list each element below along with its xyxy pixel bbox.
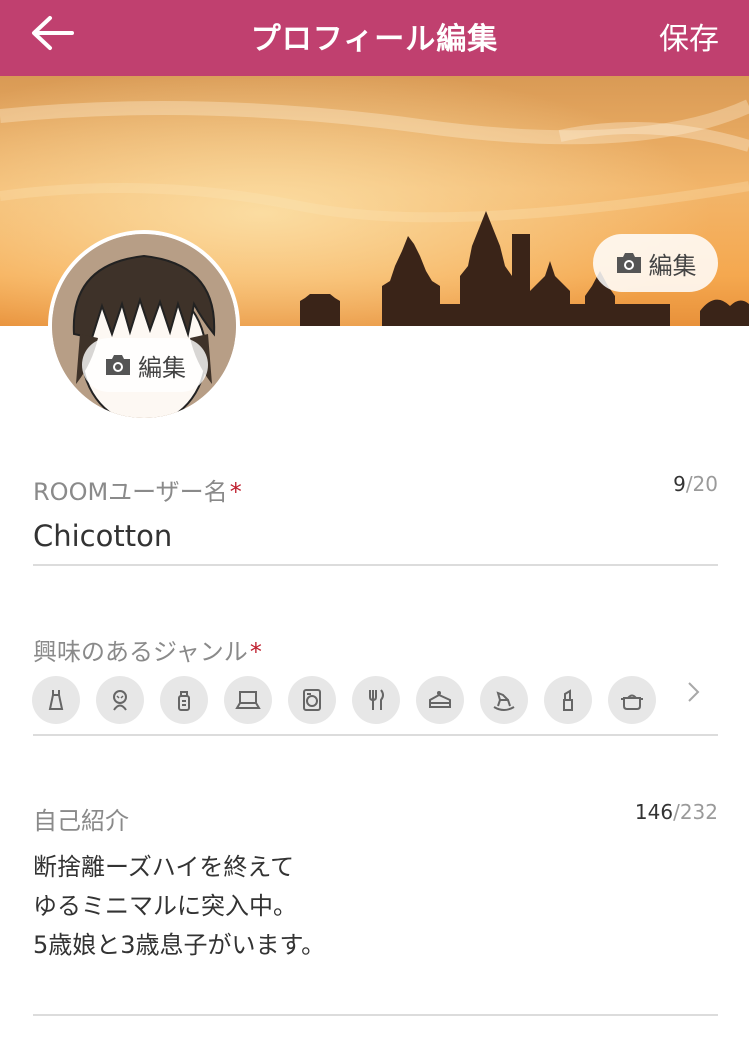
username-input[interactable]: Chicotton xyxy=(33,519,172,553)
cake-icon xyxy=(429,691,451,708)
username-label: ROOMユーザー名* xyxy=(33,472,242,507)
lipstick-icon xyxy=(563,689,573,711)
avatar-edit-label: 編集 xyxy=(138,353,186,382)
intro-label: 自己紹介 xyxy=(33,807,129,835)
baby-bottle-icon xyxy=(178,691,190,711)
username-counter: 9/20 xyxy=(673,472,718,496)
intro-count-max: /232 xyxy=(673,800,718,824)
intro-line: ゆるミニマルに突入中。 xyxy=(33,892,297,920)
back-button[interactable] xyxy=(28,12,78,56)
genre-list xyxy=(32,676,656,724)
pot-icon xyxy=(621,694,643,710)
rocking-horse-icon xyxy=(493,691,515,711)
username-count-max: /20 xyxy=(685,472,718,496)
intro-count-current: 146 xyxy=(634,800,674,824)
washing-machine-icon xyxy=(303,689,321,711)
genre-appliance[interactable] xyxy=(288,676,336,724)
genre-more-button[interactable] xyxy=(684,678,704,708)
genre-food[interactable] xyxy=(352,676,400,724)
laptop-icon xyxy=(235,691,261,709)
genre-baby[interactable] xyxy=(96,676,144,724)
cover-edit-button[interactable]: 編集 xyxy=(593,234,718,292)
genre-toys[interactable] xyxy=(480,676,528,724)
page-title: プロフィール編集 xyxy=(250,22,499,57)
baby-icon xyxy=(113,690,127,711)
divider xyxy=(33,734,718,736)
genre-label: 興味のあるジャンル* xyxy=(33,632,262,667)
genre-kitchen[interactable] xyxy=(608,676,656,724)
genre-fashion[interactable] xyxy=(32,676,80,724)
genre-pc[interactable] xyxy=(224,676,272,724)
genre-label-text: 興味のあるジャンル xyxy=(33,638,248,666)
required-mark: * xyxy=(229,478,242,506)
app-header: プロフィール編集 保存 xyxy=(0,0,749,76)
cover-edit-label: 編集 xyxy=(648,251,697,280)
intro-textarea[interactable]: 断捨離ーズハイを終えて ゆるミニマルに突入中。 5歳娘と3歳息子がいます。 xyxy=(33,848,325,965)
divider xyxy=(33,1014,718,1016)
genre-cosmetics[interactable] xyxy=(544,676,592,724)
save-button[interactable]: 保存 xyxy=(659,14,719,58)
intro-line: 5歳娘と3歳息子がいます。 xyxy=(33,931,326,959)
dress-icon xyxy=(48,690,64,710)
camera-icon xyxy=(616,253,641,273)
required-mark: * xyxy=(249,638,262,666)
camera-icon xyxy=(106,355,130,375)
avatar-edit-button[interactable]: 編集 xyxy=(82,338,208,392)
intro-counter: 146/232 xyxy=(635,800,718,824)
username-label-text: ROOMユーザー名 xyxy=(33,478,228,506)
avatar[interactable] xyxy=(48,230,240,422)
intro-line: 断捨離ーズハイを終えて xyxy=(33,853,295,881)
username-count-current: 9 xyxy=(673,472,686,496)
fork-knife-icon xyxy=(369,689,384,710)
genre-sweets[interactable] xyxy=(416,676,464,724)
chevron-right-icon xyxy=(688,682,700,702)
genre-kids[interactable] xyxy=(160,676,208,724)
divider xyxy=(33,564,718,566)
arrow-left-icon xyxy=(32,16,74,50)
